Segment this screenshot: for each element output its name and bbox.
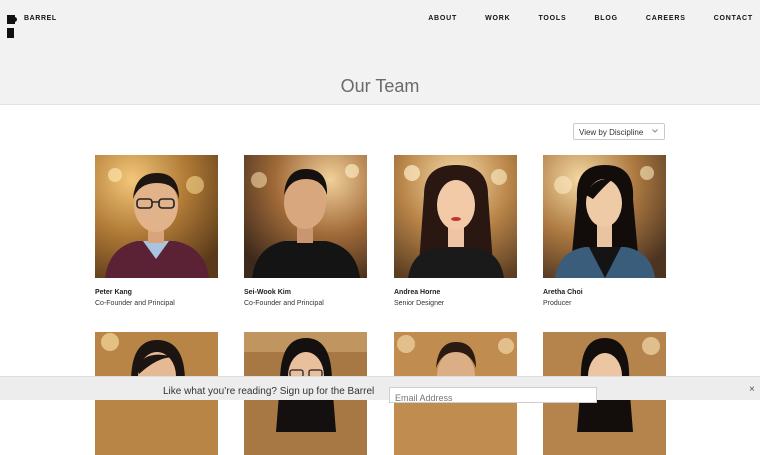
nav-work[interactable]: WORK: [485, 15, 510, 22]
newsletter-prompt: Like what you’re reading? Sign up for th…: [163, 386, 375, 397]
team-member-card[interactable]: Peter Kang Co-Founder and Principal: [95, 155, 218, 307]
chevron-down-icon: [652, 129, 658, 133]
team-member-role: Co-Founder and Principal: [244, 300, 324, 307]
team-member-photo[interactable]: [95, 155, 218, 278]
page-title: Our Team: [340, 76, 420, 96]
barrel-logo-icon[interactable]: [7, 15, 17, 39]
close-icon[interactable]: ×: [749, 384, 755, 395]
brand-name[interactable]: BARREL: [24, 15, 57, 22]
team-member-name[interactable]: Peter Kang: [95, 289, 218, 296]
nav-contact[interactable]: CONTACT: [714, 15, 753, 22]
team-member-name[interactable]: Aretha Choi: [543, 289, 666, 296]
team-member-name[interactable]: Andrea Horne: [394, 289, 517, 296]
team-member-role: Senior Designer: [394, 300, 445, 307]
site-header: BARREL ABOUT WORK TOOLS BLOG CAREERS CON…: [0, 0, 760, 105]
team-member-card[interactable]: Aretha Choi Producer: [543, 155, 666, 307]
team-member-name[interactable]: Sei-Wook Kim: [244, 289, 367, 296]
filter-selected-value: View by Discipline: [579, 128, 644, 137]
team-member-card[interactable]: Sei-Wook Kim Co-Founder and Principal: [244, 155, 367, 307]
nav-about[interactable]: ABOUT: [428, 15, 457, 22]
nav-blog[interactable]: BLOG: [594, 15, 617, 22]
email-field[interactable]: [389, 387, 597, 403]
main-nav: ABOUT WORK TOOLS BLOG CAREERS CONTACT: [400, 15, 753, 22]
team-member-photo[interactable]: [244, 155, 367, 278]
team-member-card[interactable]: Andrea Horne Senior Designer: [394, 155, 517, 307]
team-member-role: Producer: [543, 300, 572, 307]
nav-tools[interactable]: TOOLS: [538, 15, 566, 22]
team-member-role: Co-Founder and Principal: [95, 300, 175, 307]
newsletter-signup-bar: Like what you’re reading? Sign up for th…: [0, 376, 760, 403]
discipline-filter-select[interactable]: View by Discipline: [573, 123, 665, 140]
team-member-photo[interactable]: [394, 155, 517, 278]
team-member-photo[interactable]: [543, 155, 666, 278]
nav-careers[interactable]: CAREERS: [646, 15, 686, 22]
